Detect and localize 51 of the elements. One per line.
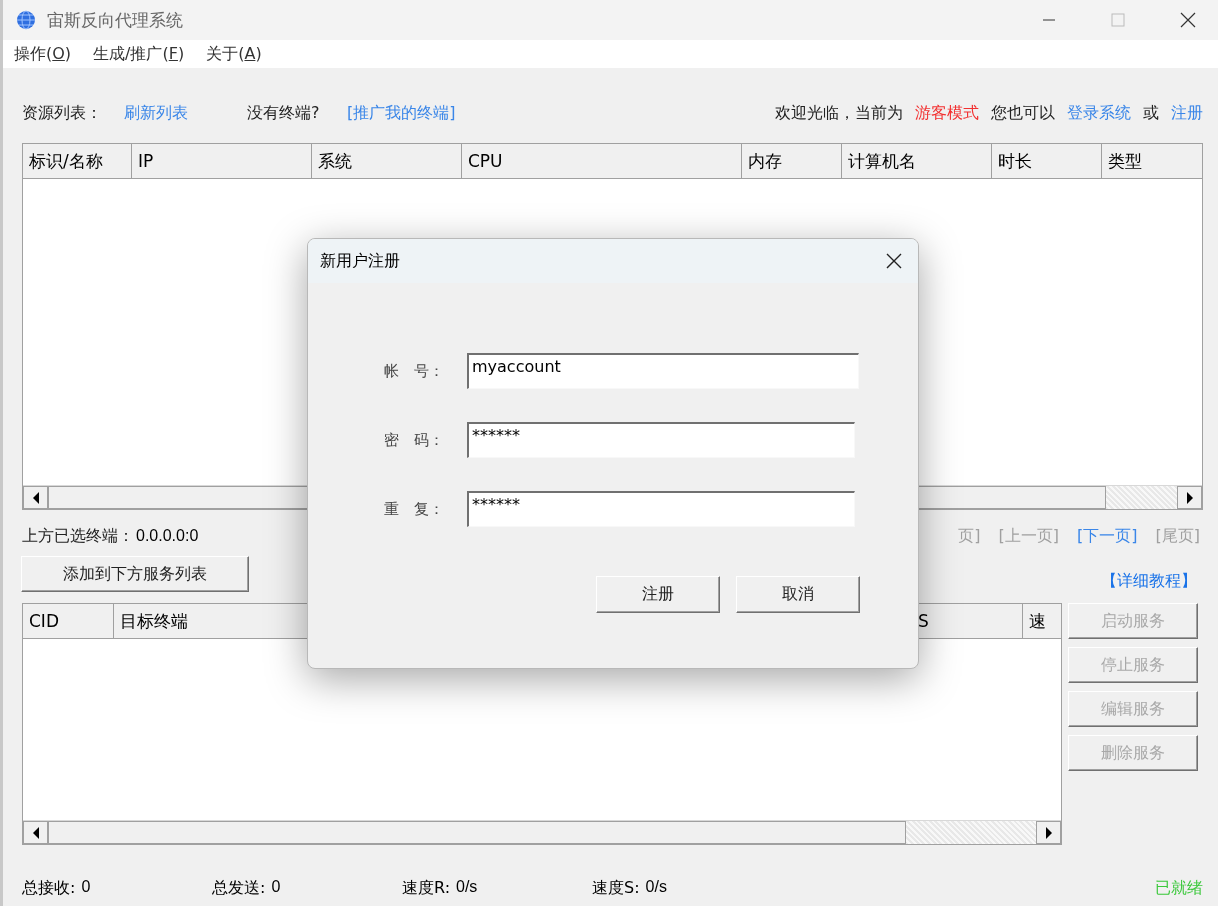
window-title: 宙斯反向代理系统 xyxy=(47,8,183,32)
label-text: 资源列表： xyxy=(22,102,103,124)
selected-terminal-label: 上方已选终端： xyxy=(22,525,134,545)
stat-label: 速度S: xyxy=(592,877,640,899)
stat-value: 0/s xyxy=(645,877,667,897)
label-text: 您也可以 xyxy=(991,102,1055,124)
dialog-button[interactable]: 取消 xyxy=(736,576,860,613)
stat-label: 总接收: xyxy=(22,877,76,899)
stat-label: 总发送: xyxy=(212,877,266,899)
label-text: 欢迎光临，当前为 xyxy=(775,102,903,124)
field-label: 重 复： xyxy=(384,499,445,519)
tutorial-link[interactable]: 【详细教程】 xyxy=(1101,571,1197,592)
selected-terminal-value: 0.0.0.0:0 xyxy=(136,526,199,544)
dialog-button[interactable]: 注册 xyxy=(596,576,720,613)
status-text: 已就绪 xyxy=(1155,877,1203,899)
column-header[interactable]: 时长 xyxy=(992,144,1102,178)
column-header[interactable]: 标识/名称 xyxy=(23,144,132,178)
label-text: 或 xyxy=(1143,102,1159,124)
left-arrow-icon[interactable] xyxy=(31,826,40,839)
globe-icon xyxy=(15,9,37,31)
add-to-service-list-button[interactable]: 添加到下方服务列表 xyxy=(21,556,249,592)
close-icon[interactable] xyxy=(886,253,902,269)
column-header[interactable]: IP xyxy=(132,144,312,178)
menu-item[interactable]: 生成/推广(F) xyxy=(93,43,185,65)
left-arrow-icon[interactable] xyxy=(31,491,40,504)
stat-value: 0/s xyxy=(456,877,478,897)
stat-label: 速度R: xyxy=(402,877,450,899)
input-field[interactable]: ****** xyxy=(467,422,855,458)
menu-item[interactable]: 操作(O) xyxy=(14,43,72,65)
mode-text: 游客模式 xyxy=(915,102,979,124)
column-header[interactable]: 速 xyxy=(1023,604,1061,638)
close-icon[interactable] xyxy=(1180,12,1196,28)
horizontal-scrollbar[interactable] xyxy=(23,820,1061,844)
stat-value: 0 xyxy=(81,877,91,897)
right-arrow-icon[interactable] xyxy=(1044,826,1053,839)
dialog-title: 新用户注册 xyxy=(320,250,400,272)
input-field[interactable]: myaccount xyxy=(467,353,859,389)
column-header[interactable]: 内存 xyxy=(742,144,842,178)
column-header[interactable]: 系统 xyxy=(312,144,462,178)
column-header[interactable]: CPU xyxy=(462,144,742,178)
input-field[interactable]: ****** xyxy=(467,491,855,527)
scrollbar-thumb[interactable] xyxy=(48,821,906,844)
column-header[interactable]: CID xyxy=(23,604,114,638)
stat-value: 0 xyxy=(271,877,281,897)
label-text: 没有终端? xyxy=(247,102,321,124)
right-arrow-icon[interactable] xyxy=(1185,491,1194,504)
field-label: 帐 号： xyxy=(384,361,445,381)
column-header[interactable]: 计算机名 xyxy=(842,144,992,178)
column-header[interactable]: 类型 xyxy=(1102,144,1202,178)
menu-item[interactable]: 关于(A) xyxy=(206,43,262,65)
field-label: 密 码： xyxy=(384,430,445,450)
